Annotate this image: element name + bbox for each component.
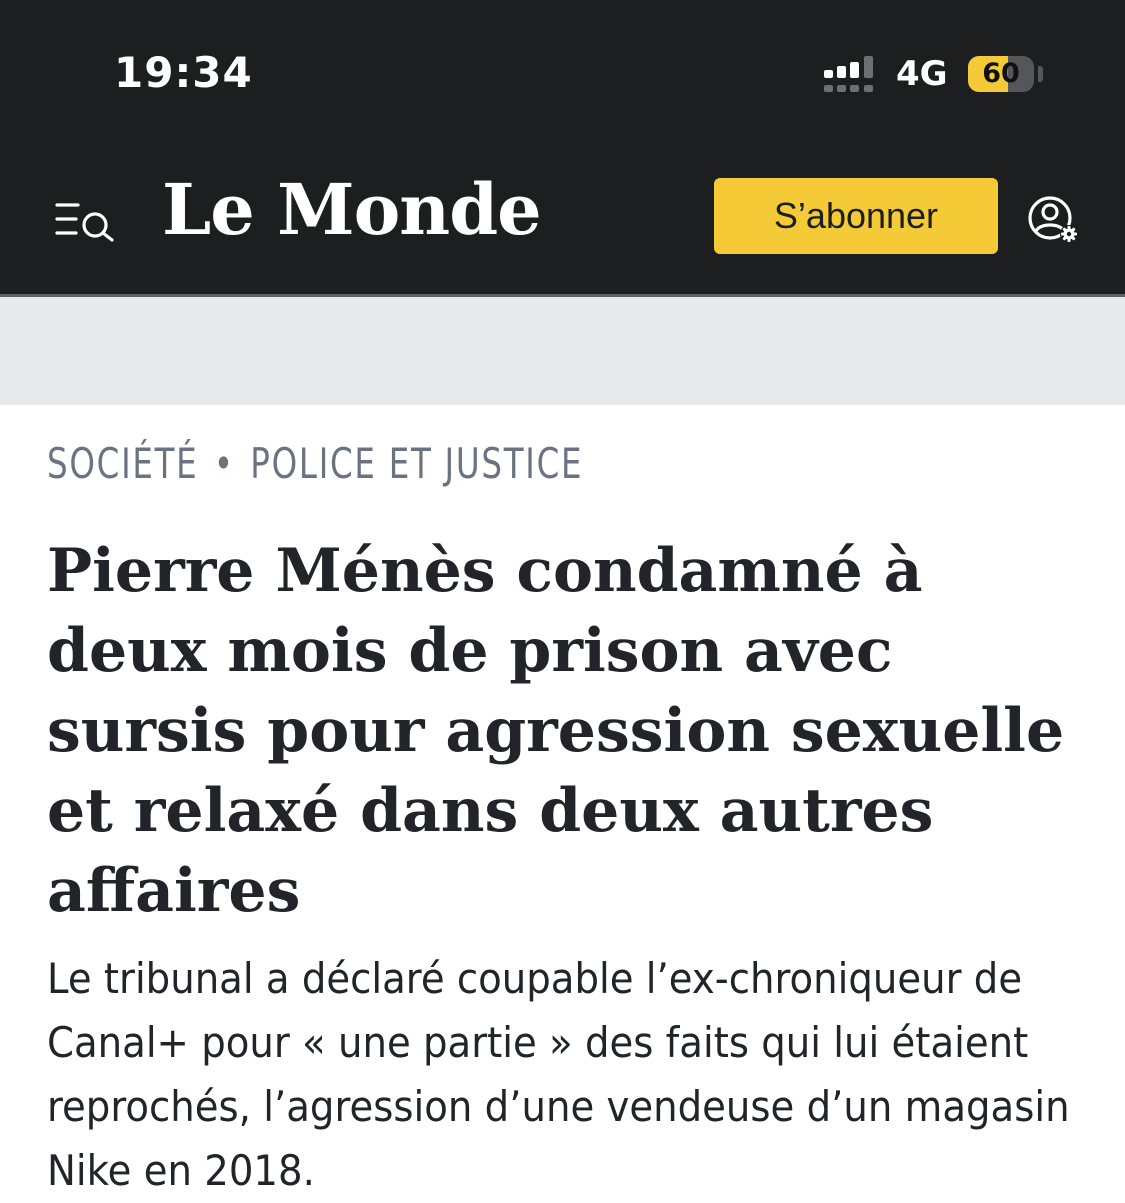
subscribe-button[interactable]: S’abonner [714, 178, 998, 254]
category-section-link[interactable]: SOCIÉTÉ [47, 439, 198, 488]
battery-percentage: 60 [982, 58, 1020, 89]
article-standfirst: Le tribunal a déclaré coupable l’ex-chro… [47, 954, 1070, 1195]
site-header: Le Monde S’abonner [0, 140, 1125, 294]
network-type: 4G [896, 54, 948, 94]
article-category-breadcrumb: SOCIÉTÉ • POLICE ET JUSTICE [47, 439, 583, 488]
category-separator: • [213, 439, 235, 488]
category-subsection-link[interactable]: POLICE ET JUSTICE [250, 439, 583, 488]
article-headline: Pierre Ménès condamné à deux mois de pri… [47, 536, 1065, 926]
battery-icon: 60 [968, 56, 1034, 92]
menu-search-icon[interactable] [54, 200, 116, 242]
le-monde-logo[interactable]: Le Monde [162, 168, 542, 251]
status-bar: 19:34 4G 60 [0, 0, 1125, 140]
battery-tip [1038, 66, 1043, 82]
status-time: 19:34 [114, 48, 253, 97]
account-settings-icon[interactable] [1026, 194, 1082, 246]
ad-placeholder-band [0, 297, 1125, 405]
cellular-signal-icon [824, 56, 873, 92]
